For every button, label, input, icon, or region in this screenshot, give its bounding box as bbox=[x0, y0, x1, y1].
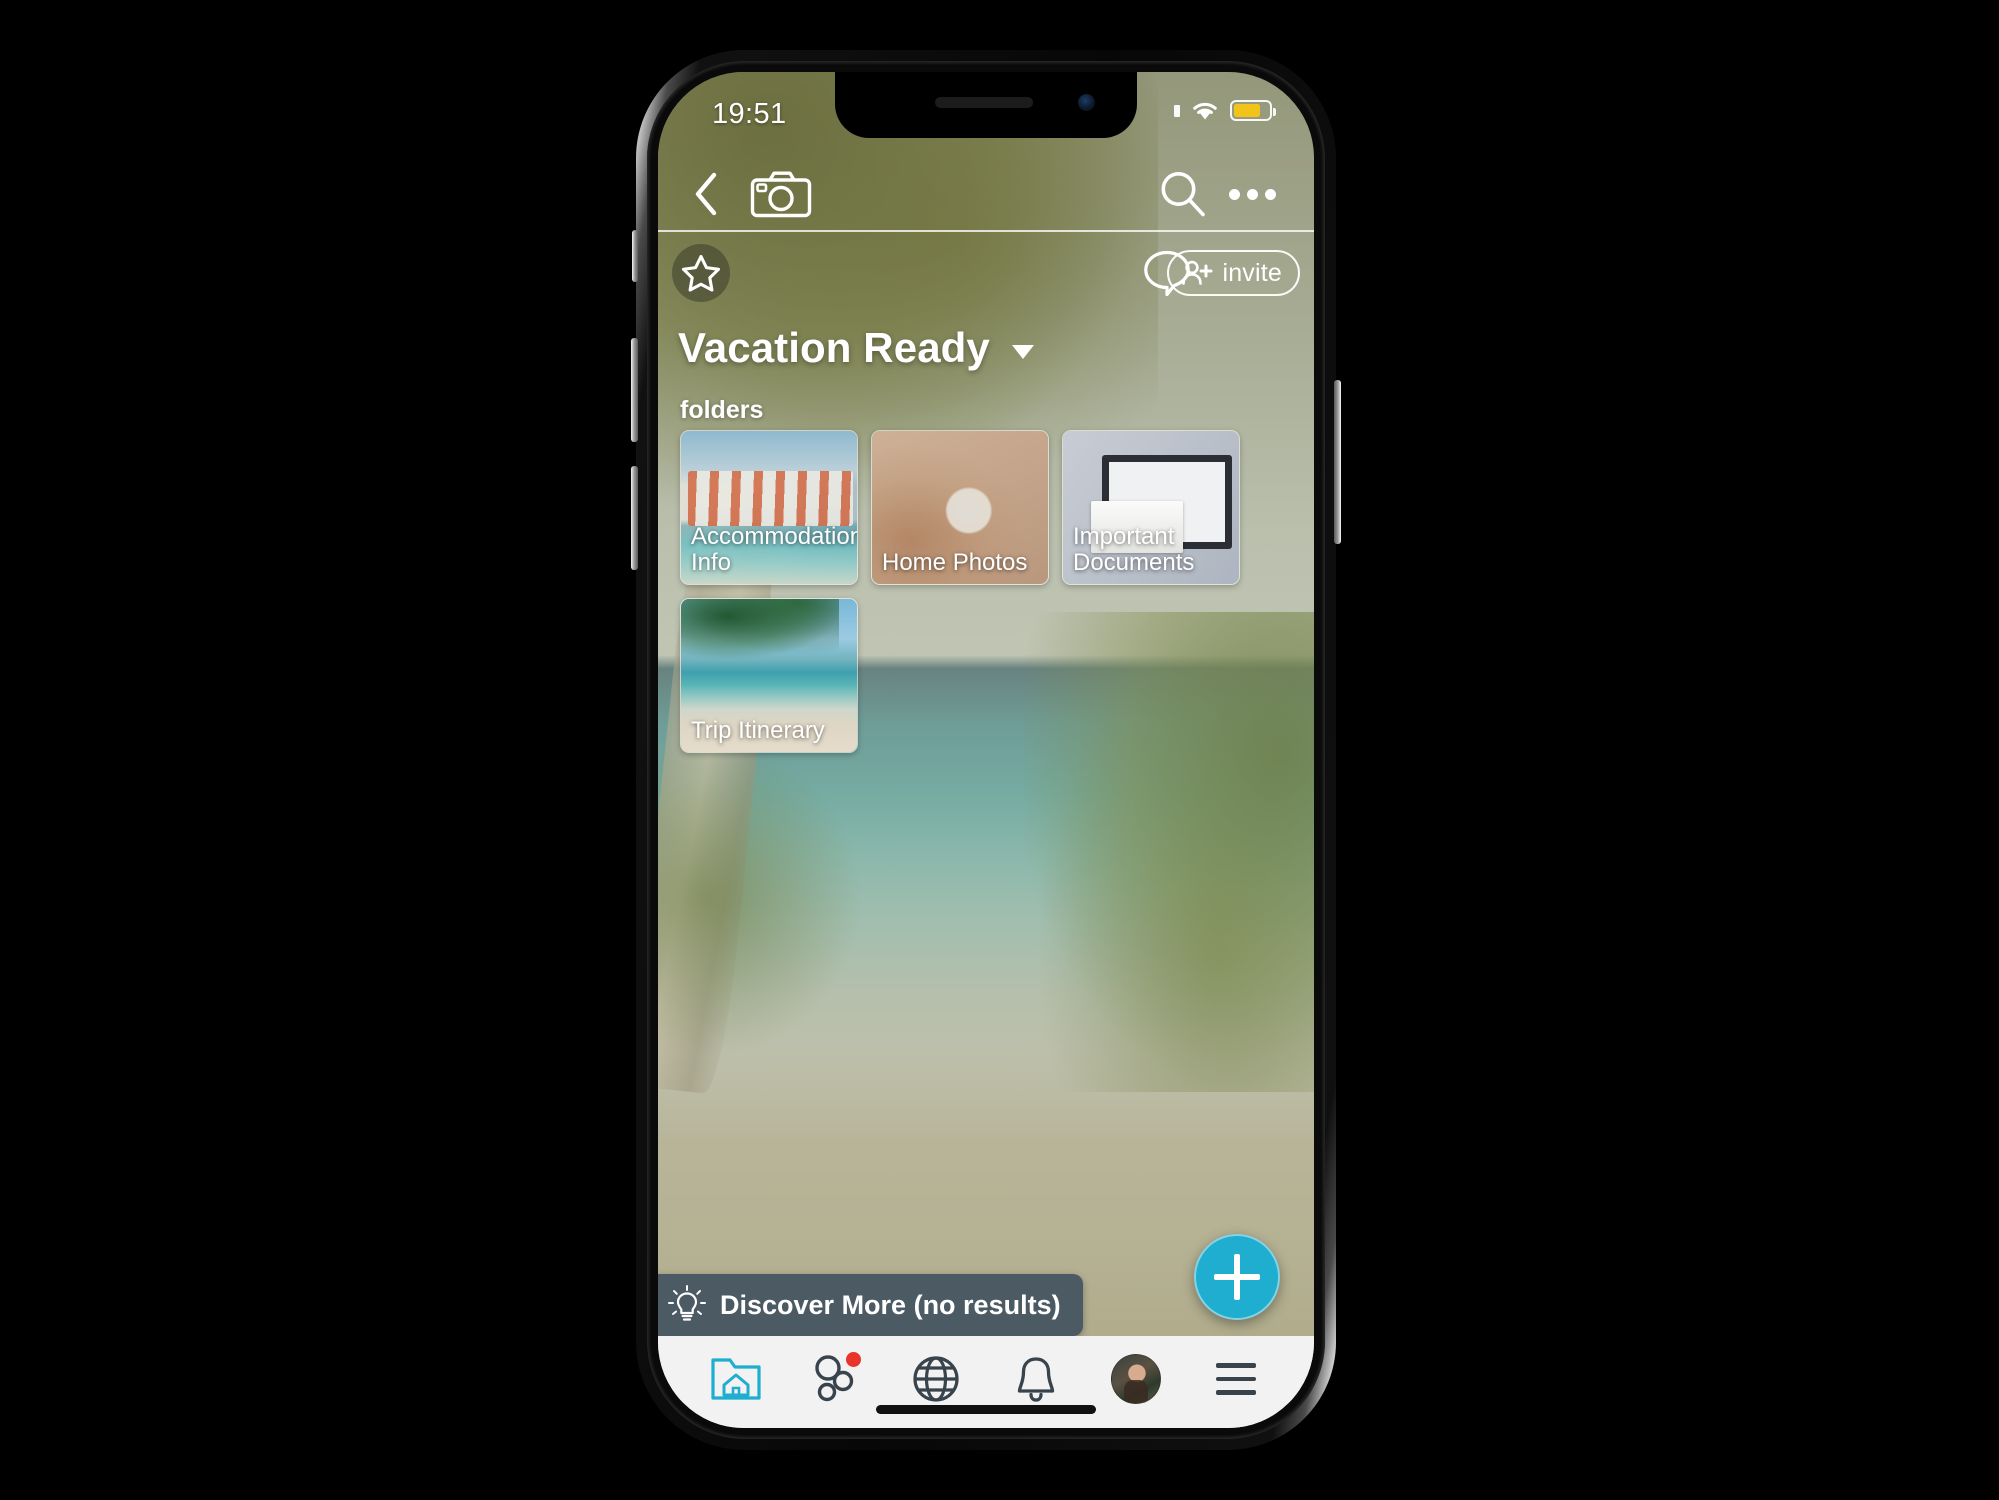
chevron-down-icon[interactable] bbox=[1011, 345, 1034, 359]
avatar bbox=[1111, 1354, 1161, 1404]
location-indicator-icon bbox=[1174, 104, 1180, 117]
folder-tile-important-documents[interactable]: Important Documents bbox=[1062, 430, 1240, 585]
folder-label: Home Photos bbox=[882, 549, 1028, 577]
overflow-menu-icon[interactable] bbox=[1224, 167, 1280, 221]
wifi-icon bbox=[1193, 102, 1217, 120]
power-button[interactable] bbox=[1334, 380, 1341, 544]
search-icon[interactable] bbox=[1156, 167, 1210, 221]
tab-menu[interactable] bbox=[1199, 1350, 1273, 1408]
page-title: Vacation Ready bbox=[678, 324, 990, 371]
status-indicators bbox=[1174, 99, 1276, 122]
menu-dot bbox=[1228, 188, 1240, 200]
invite-button[interactable]: invite bbox=[1167, 250, 1300, 296]
volume-up-button[interactable] bbox=[631, 338, 638, 442]
folder-home-icon bbox=[711, 1358, 761, 1400]
tab-profile[interactable] bbox=[1099, 1350, 1173, 1408]
hamburger-menu-icon bbox=[1216, 1390, 1256, 1395]
menu-dot bbox=[1264, 188, 1276, 200]
app-root: 19:51 invite Vacation Ready folders Acco… bbox=[658, 72, 1314, 1428]
lightbulb-idea-icon bbox=[668, 1285, 706, 1321]
folders-grid: Accommodation Info Home Photos Important… bbox=[680, 430, 1296, 753]
discover-more-label: Discover More (no results) bbox=[720, 1289, 1061, 1320]
tab-groups[interactable] bbox=[799, 1350, 873, 1408]
hamburger-menu-icon bbox=[1216, 1376, 1256, 1382]
star-icon[interactable] bbox=[672, 244, 730, 302]
phone-device-frame: 19:51 invite Vacation Ready folders Acco… bbox=[631, 50, 1341, 1450]
globe-icon bbox=[913, 1356, 959, 1402]
bell-icon bbox=[1017, 1357, 1055, 1402]
status-time: 19:51 bbox=[712, 98, 787, 130]
add-person-icon bbox=[1182, 260, 1213, 285]
battery-low-power-icon bbox=[1230, 100, 1276, 121]
tab-discover-globe[interactable] bbox=[899, 1350, 973, 1408]
sub-action-bar: invite bbox=[658, 240, 1314, 310]
page-title-row[interactable]: Vacation Ready bbox=[678, 324, 1034, 372]
home-indicator[interactable] bbox=[876, 1405, 1096, 1414]
notification-badge bbox=[846, 1352, 861, 1367]
tab-home-folder[interactable] bbox=[699, 1350, 773, 1408]
phone-screen: 19:51 invite Vacation Ready folders Acco… bbox=[658, 72, 1314, 1428]
device-notch bbox=[835, 72, 1137, 138]
folder-label: Important Documents bbox=[1073, 523, 1195, 577]
bottom-tab-bar bbox=[658, 1336, 1314, 1428]
add-button[interactable] bbox=[1194, 1234, 1280, 1320]
hamburger-menu-icon bbox=[1216, 1363, 1256, 1368]
tab-alerts[interactable] bbox=[999, 1350, 1073, 1408]
invite-label: invite bbox=[1222, 258, 1282, 287]
nav-divider bbox=[658, 230, 1314, 232]
camera-icon[interactable] bbox=[748, 166, 814, 222]
front-camera bbox=[1078, 94, 1095, 111]
plus-icon bbox=[1214, 1254, 1260, 1300]
volume-down-button[interactable] bbox=[631, 466, 638, 570]
folder-tile-trip-itinerary[interactable]: Trip Itinerary bbox=[680, 598, 858, 753]
folder-label: Trip Itinerary bbox=[691, 717, 825, 745]
folder-label: Accommodation Info bbox=[691, 523, 858, 577]
silent-switch[interactable] bbox=[632, 230, 638, 282]
battery-fill bbox=[1233, 104, 1260, 117]
section-label-folders: folders bbox=[680, 396, 764, 424]
back-chevron-icon[interactable] bbox=[680, 168, 732, 220]
top-nav-bar bbox=[658, 158, 1314, 230]
screenshot-stage: 19:51 invite Vacation Ready folders Acco… bbox=[0, 0, 1999, 1500]
discover-more-banner[interactable]: Discover More (no results) bbox=[658, 1274, 1083, 1336]
folder-tile-home-photos[interactable]: Home Photos bbox=[871, 430, 1049, 585]
folder-tile-accommodation-info[interactable]: Accommodation Info bbox=[680, 430, 858, 585]
menu-dot bbox=[1246, 188, 1258, 200]
earpiece-speaker bbox=[935, 97, 1034, 108]
